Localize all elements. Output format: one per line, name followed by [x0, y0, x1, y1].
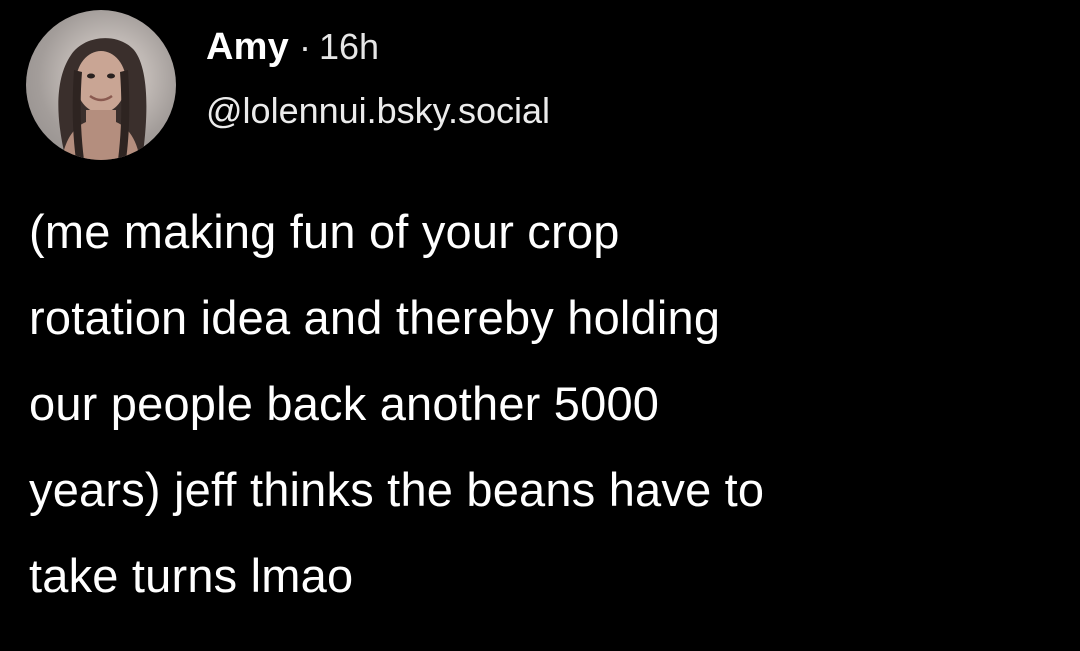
post-timestamp[interactable]: 16h [319, 26, 379, 68]
header-separator: · [298, 26, 311, 67]
post-body-text: (me making fun of your crop rotation ide… [29, 205, 765, 602]
profile-photo-avatar [58, 38, 147, 160]
author-header: Amy · 16h [206, 26, 379, 76]
author-avatar[interactable] [26, 10, 176, 160]
author-handle[interactable]: @lolennui.bsky.social [206, 90, 550, 132]
post-card: Amy · 16h @lolennui.bsky.social (me maki… [0, 0, 1080, 651]
author-display-name[interactable]: Amy [206, 26, 289, 69]
